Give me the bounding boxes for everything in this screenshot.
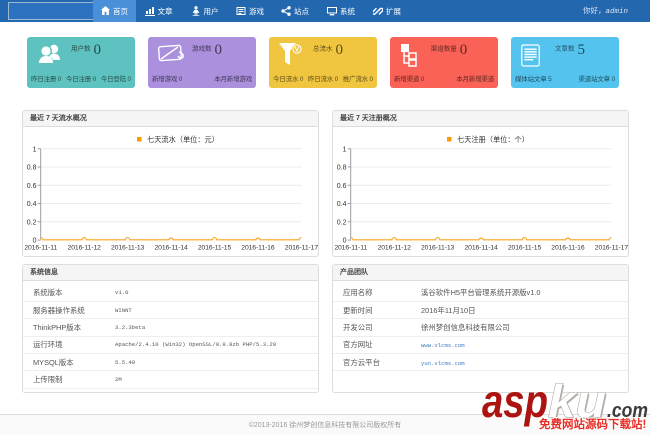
svg-text:0.6: 0.6 — [337, 183, 347, 190]
svg-text:2016-11-15: 2016-11-15 — [198, 245, 232, 252]
svg-text:2016-11-15: 2016-11-15 — [508, 245, 542, 252]
svg-text:2016-11-11: 2016-11-11 — [24, 245, 57, 252]
svg-text:2016-11-14: 2016-11-14 — [154, 245, 188, 252]
svg-text:1: 1 — [33, 146, 37, 153]
svg-text:0.4: 0.4 — [337, 201, 347, 208]
svg-text:0.4: 0.4 — [27, 201, 37, 208]
svg-text:2016-11-13: 2016-11-13 — [421, 245, 455, 252]
svg-text:0.8: 0.8 — [27, 165, 37, 172]
svg-text:0.2: 0.2 — [27, 219, 37, 226]
svg-text:2016-11-16: 2016-11-16 — [551, 245, 585, 252]
svg-text:0.2: 0.2 — [337, 219, 347, 226]
svg-text:2016-11-17: 2016-11-17 — [595, 245, 628, 252]
svg-text:2016-11-11: 2016-11-11 — [334, 245, 367, 252]
svg-text:2016-11-12: 2016-11-12 — [378, 245, 412, 252]
svg-text:七天注册（单位：个）: 七天注册（单位：个） — [457, 135, 529, 144]
svg-text:2016-11-14: 2016-11-14 — [464, 245, 498, 252]
svg-text:2016-11-16: 2016-11-16 — [241, 245, 275, 252]
svg-text:七天流水（单位：元）: 七天流水（单位：元） — [147, 135, 219, 144]
svg-text:2016-11-17: 2016-11-17 — [285, 245, 318, 252]
svg-text:2016-11-12: 2016-11-12 — [68, 245, 102, 252]
svg-text:0.8: 0.8 — [337, 165, 347, 172]
svg-text:0.6: 0.6 — [27, 183, 37, 190]
svg-text:1: 1 — [343, 146, 347, 153]
svg-text:2016-11-13: 2016-11-13 — [111, 245, 145, 252]
